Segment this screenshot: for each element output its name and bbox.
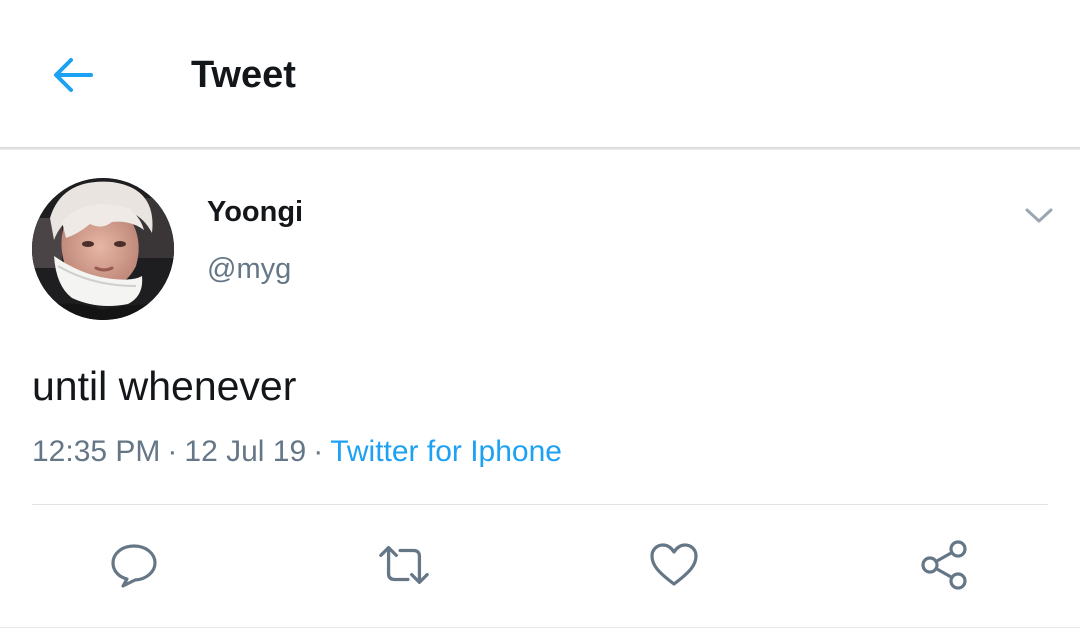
chevron-down-icon [1025,208,1053,223]
avatar-image [32,178,174,320]
like-button[interactable] [647,540,701,590]
reply-button[interactable] [107,540,161,590]
like-icon [650,543,698,586]
bottom-divider [0,627,1080,628]
app-bar: Tweet [0,0,1080,147]
tweet-time: 12:35 PM [32,435,161,468]
divider [32,504,1048,505]
author-name[interactable]: Yoongi [207,194,303,230]
share-button[interactable] [917,540,971,590]
arrow-left-icon [54,58,93,92]
back-button[interactable] [46,50,100,100]
tweet-source-link[interactable]: Twitter for Iphone [330,435,562,468]
author-handle[interactable]: @myg [207,251,291,287]
retweet-button[interactable] [377,540,431,590]
tweet-options-button[interactable] [1020,200,1058,232]
share-icon [921,540,967,590]
tweet-text: until whenever [32,363,297,409]
retweet-icon [379,546,429,584]
tweet-detail-screen: Tweet Yoongi @myg until whenever 12:35 P… [0,0,1080,633]
tweet-meta: 12:35 PM · 12 Jul 19 · Twitter for Iphone [32,433,562,471]
avatar[interactable] [32,178,174,320]
meta-separator: · [167,435,178,468]
app-bar-shadow [0,147,1080,150]
meta-separator: · [313,435,324,468]
tweet-date: 12 Jul 19 [184,435,307,468]
page-title: Tweet [191,54,296,96]
reply-icon [111,544,157,588]
